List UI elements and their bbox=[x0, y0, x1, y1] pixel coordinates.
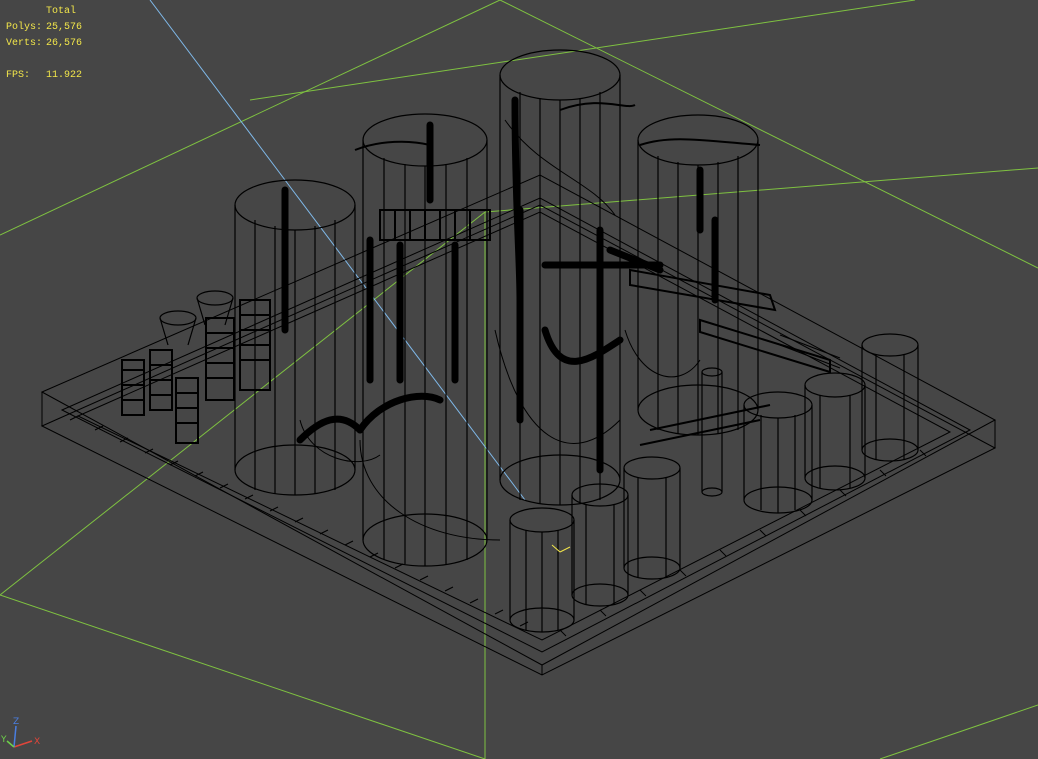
wireframe-scene[interactable] bbox=[0, 0, 1038, 759]
verts-value: 26,576 bbox=[46, 38, 83, 49]
tank-small-right-2[interactable] bbox=[804, 372, 866, 491]
tank-large-left[interactable] bbox=[234, 179, 356, 496]
z-axis-label: Z bbox=[13, 717, 19, 727]
polys-value: 25,576 bbox=[46, 22, 83, 33]
stats-title: Total bbox=[46, 6, 77, 17]
x-axis-label: X bbox=[34, 737, 40, 747]
x-axis-line bbox=[13, 740, 33, 748]
y-axis-label: Y bbox=[0, 735, 7, 745]
pivot-marker bbox=[551, 544, 571, 553]
y-axis-line bbox=[6, 740, 15, 748]
tank-small-front-1[interactable] bbox=[509, 507, 575, 633]
view-axis-line bbox=[149, 0, 526, 501]
polys-label: Polys: bbox=[6, 22, 43, 33]
perspective-viewport[interactable]: Total Polys: 25,576 Verts: 26,576 FPS: 1… bbox=[0, 0, 1038, 759]
tank-small-front-3[interactable] bbox=[623, 456, 681, 580]
fps-label: FPS: bbox=[6, 70, 31, 81]
fps-value: 11.922 bbox=[46, 70, 83, 81]
axis-gizmo-icon: X Y Z bbox=[0, 717, 40, 748]
verts-label: Verts: bbox=[6, 38, 43, 49]
viewport-statistics: Total Polys: 25,576 Verts: 26,576 FPS: 1… bbox=[6, 4, 82, 84]
tank-small-front-2[interactable] bbox=[571, 483, 629, 607]
tank-large-center-left[interactable] bbox=[362, 113, 488, 567]
platform-grating bbox=[69, 415, 927, 637]
z-axis-line bbox=[13, 725, 17, 748]
tank-small-right-1[interactable] bbox=[743, 391, 813, 514]
